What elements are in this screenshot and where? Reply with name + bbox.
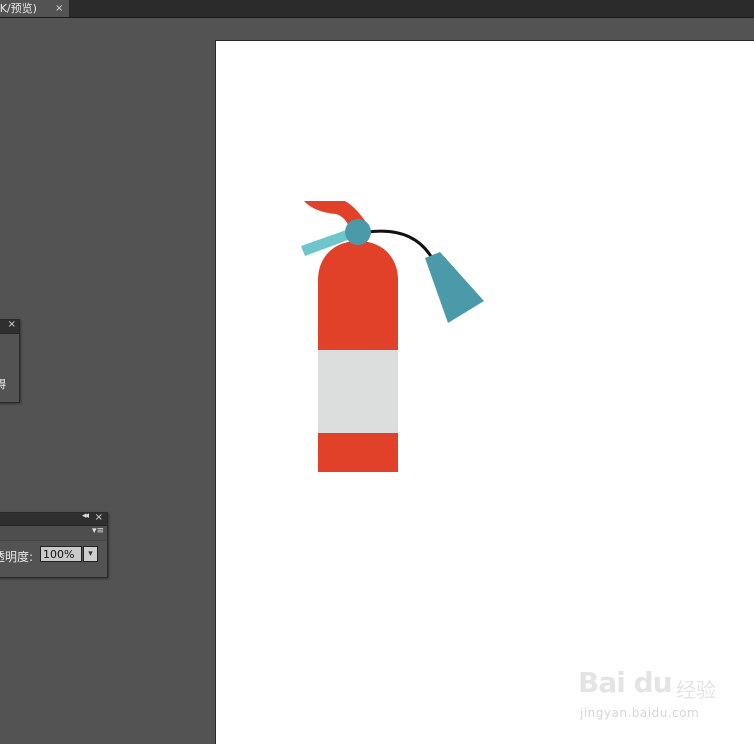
panel-header: × [0,319,19,334]
baidu-watermark: Bai du 经验 jingyan.baidu.com [578,666,718,726]
close-icon[interactable]: × [8,319,16,330]
cylinder-body-lower [318,433,398,472]
fire-extinguisher-artwork[interactable] [0,0,754,743]
panel-menu-icon[interactable]: ▾≡ [92,526,104,536]
opacity-row: 透明度: 100% ▾ [0,541,107,567]
panel-tab-strip: ▾≡ [0,526,107,541]
opacity-input[interactable]: 100% [40,546,82,562]
transparency-panel: ◂◂ × ▾≡ 透明度: 100% ▾ [0,511,108,578]
collapse-icon[interactable]: ◂◂ [82,511,89,521]
watermark-cn: 经验 [676,678,716,702]
opacity-label: 透明度: [0,550,34,564]
nozzle [425,252,484,323]
panel-header: ◂◂ × [0,511,107,526]
panel-label-fragment: 碍 [0,378,6,391]
valve-knob [345,219,371,245]
cylinder-body-upper [318,278,398,351]
collapsed-panel: × 碍 [0,319,20,403]
chevron-down-icon[interactable]: ▾ [83,546,98,562]
cylinder-band [318,350,398,434]
cylinder-dome [318,241,398,280]
watermark-brand: Bai du [578,666,673,699]
close-icon[interactable]: × [95,512,103,523]
watermark-url: jingyan.baidu.com [580,706,700,720]
